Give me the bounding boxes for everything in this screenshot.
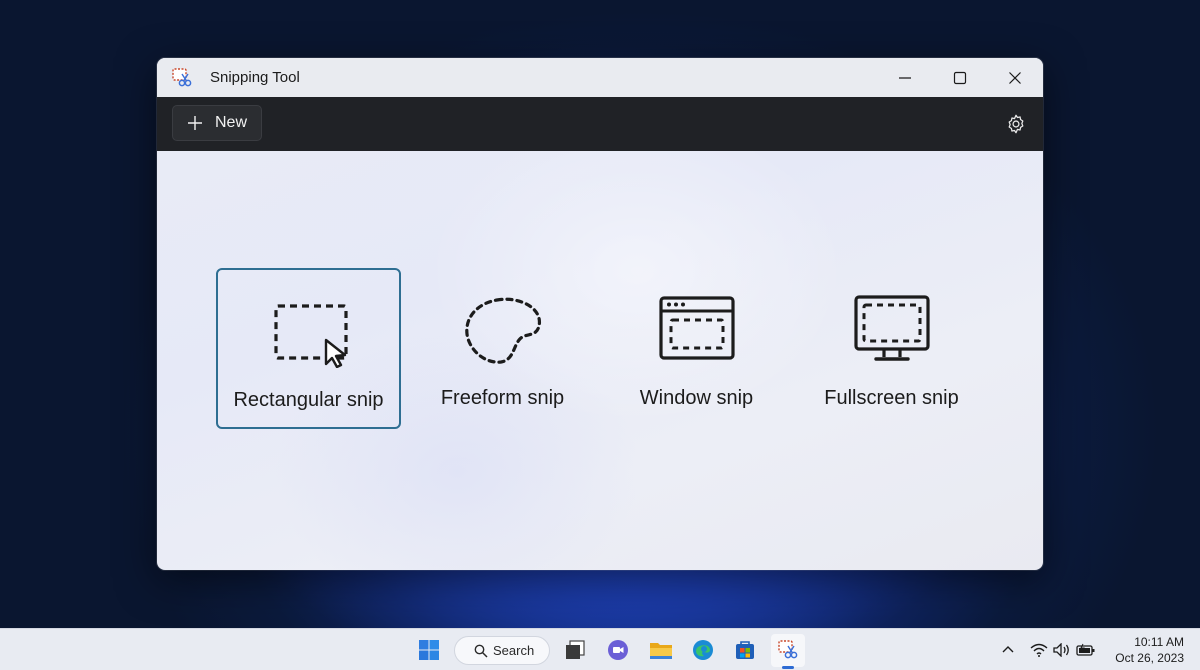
window-snip-label: Window snip: [639, 387, 754, 409]
freeform-snip-icon: [463, 294, 543, 366]
clock-time: 10:11 AM: [1134, 635, 1184, 649]
task-view-icon: [566, 640, 585, 659]
title-bar[interactable]: Snipping Tool: [157, 58, 1043, 97]
tray-overflow-button[interactable]: [1001, 629, 1015, 670]
window-snip-option[interactable]: Window snip: [604, 268, 789, 429]
network-button[interactable]: [1030, 629, 1048, 670]
search-label: Search: [493, 643, 535, 658]
new-snip-button[interactable]: New: [172, 105, 262, 141]
store-button[interactable]: [729, 634, 761, 666]
chat-icon: [608, 640, 628, 660]
snipping-tool-icon: [778, 640, 798, 659]
battery-icon: [1076, 643, 1095, 656]
freeform-snip-label: Freeform snip: [440, 387, 565, 409]
fullscreen-snip-option[interactable]: Fullscreen snip: [799, 268, 984, 429]
store-icon: [736, 641, 754, 659]
edge-button[interactable]: [687, 634, 719, 666]
taskbar-search[interactable]: Search: [454, 636, 550, 665]
toolbar: New: [157, 97, 1043, 151]
battery-button[interactable]: [1076, 629, 1096, 670]
snipping-tool-window: Snipping Tool New Rectangular snip Freef…: [157, 58, 1043, 570]
maximize-icon: [953, 71, 967, 84]
clock[interactable]: 10:11 AM Oct 26, 2023: [1104, 634, 1184, 666]
close-icon: [1009, 71, 1021, 84]
freeform-snip-option[interactable]: Freeform snip: [410, 268, 595, 429]
minimize-icon: [899, 76, 911, 79]
start-button[interactable]: [413, 634, 445, 666]
file-explorer-button[interactable]: [645, 634, 677, 666]
minimize-button[interactable]: [877, 58, 933, 97]
running-indicator: [782, 666, 794, 669]
task-view-button[interactable]: [559, 634, 591, 666]
edge-icon: [693, 640, 713, 660]
rectangular-snip-option[interactable]: Rectangular snip: [216, 268, 401, 429]
fullscreen-snip-icon: [852, 294, 932, 366]
speaker-icon: [1053, 643, 1069, 657]
file-explorer-icon: [650, 643, 672, 659]
fullscreen-snip-label: Fullscreen snip: [824, 387, 959, 409]
maximize-button[interactable]: [932, 58, 988, 97]
window-title: Snipping Tool: [210, 69, 300, 86]
gear-icon: [1008, 114, 1024, 134]
snip-mode-area: Rectangular snip Freeform snip Window sn…: [157, 151, 1043, 570]
chevron-up-icon: [1002, 646, 1014, 653]
start-icon: [419, 640, 439, 660]
snipping-tool-taskbar-button[interactable]: [772, 634, 804, 666]
taskbar: Search 10:11 AM Oct 26, 2023: [0, 628, 1200, 670]
settings-button[interactable]: [1003, 111, 1029, 137]
wifi-icon: [1030, 643, 1048, 657]
clock-date: Oct 26, 2023: [1115, 651, 1184, 665]
plus-icon: [188, 116, 202, 130]
rectangular-snip-icon: [269, 296, 349, 368]
rectangular-snip-label: Rectangular snip: [233, 389, 384, 411]
volume-button[interactable]: [1053, 629, 1071, 670]
search-icon: [474, 644, 488, 658]
new-button-label: New: [215, 114, 248, 131]
snipping-tool-icon: [171, 67, 193, 89]
close-button[interactable]: [987, 58, 1043, 97]
window-snip-icon: [657, 294, 737, 366]
chat-button[interactable]: [602, 634, 634, 666]
